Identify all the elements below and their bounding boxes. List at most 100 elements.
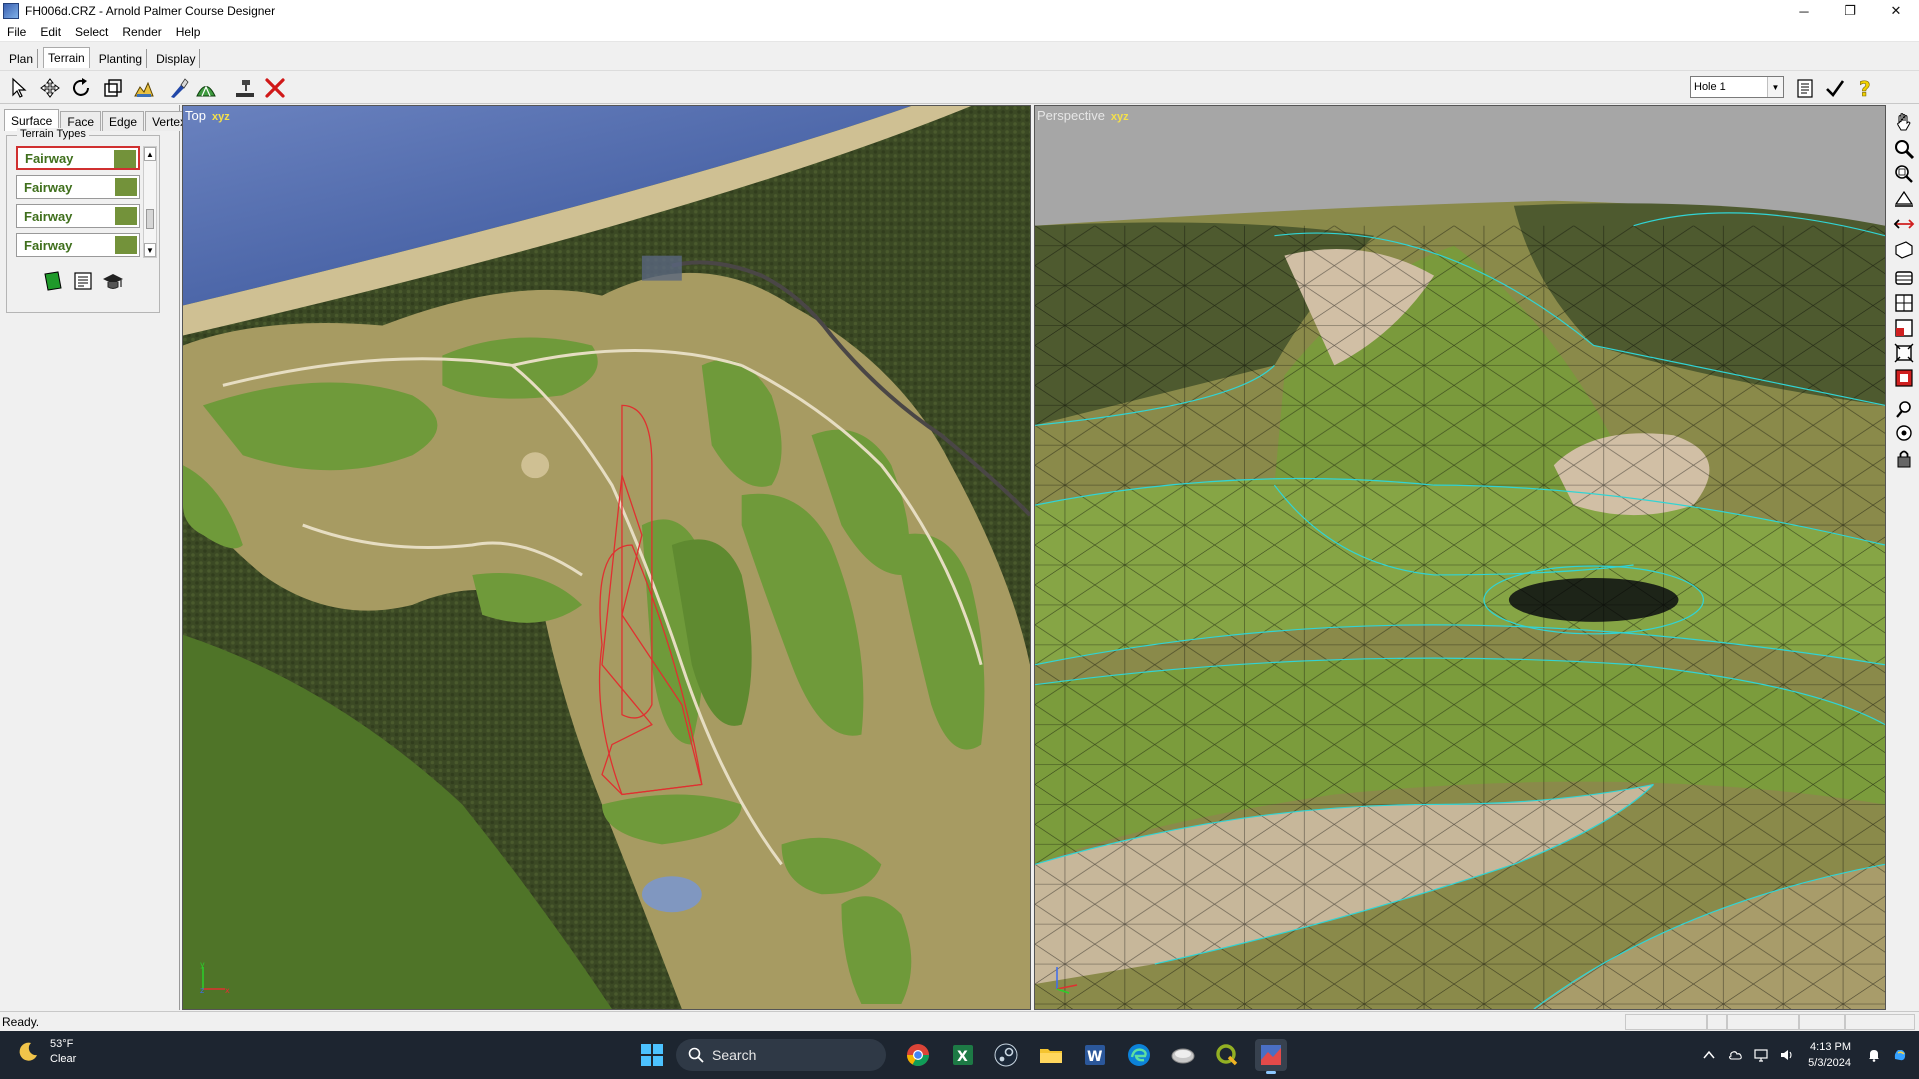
close-button[interactable]: ✕ bbox=[1873, 0, 1919, 22]
zoom-extents-icon[interactable] bbox=[1891, 340, 1916, 365]
svg-text:W: W bbox=[1087, 1049, 1102, 1065]
start-button[interactable] bbox=[636, 1039, 668, 1071]
scroll-down-icon[interactable]: ▼ bbox=[144, 243, 156, 257]
steam-icon[interactable] bbox=[990, 1039, 1022, 1071]
flatten-icon[interactable] bbox=[232, 75, 258, 101]
menu-bar: File Edit Select Render Help bbox=[0, 22, 1919, 42]
svg-text:z: z bbox=[200, 986, 204, 995]
lock-icon[interactable] bbox=[1891, 445, 1916, 470]
move-icon[interactable] bbox=[37, 75, 63, 101]
chevron-up-icon[interactable] bbox=[1698, 1044, 1720, 1066]
top-view-map bbox=[183, 106, 1030, 1009]
status-pane bbox=[1845, 1014, 1915, 1030]
paint-brush-icon[interactable] bbox=[165, 75, 191, 101]
volume-icon[interactable] bbox=[1776, 1044, 1798, 1066]
system-tray: 4:13 PM 5/3/2024 bbox=[1696, 1031, 1919, 1079]
weather-widget[interactable]: 53°F Clear bbox=[16, 1037, 76, 1067]
inspect-icon[interactable] bbox=[1891, 395, 1916, 420]
terrain-scrollbar[interactable]: ▲ ▼ bbox=[143, 146, 157, 258]
help-icon[interactable]: ? bbox=[1852, 75, 1878, 101]
terrain-type-label: Fairway bbox=[24, 179, 73, 195]
notification-bell-icon[interactable] bbox=[1863, 1044, 1885, 1066]
terrain-type-item[interactable]: Fairway bbox=[16, 146, 140, 170]
zoom-window-icon[interactable] bbox=[1891, 161, 1916, 186]
checkmark-icon[interactable] bbox=[1822, 75, 1848, 101]
tab-edge[interactable]: Edge bbox=[102, 111, 145, 131]
chrome-icon[interactable] bbox=[902, 1039, 934, 1071]
mode-tabs: Plan Terrain Planting Display bbox=[0, 46, 201, 68]
copilot-icon[interactable] bbox=[1889, 1044, 1911, 1066]
mound-icon[interactable] bbox=[193, 75, 219, 101]
terrain-swatch bbox=[114, 150, 136, 168]
terrain-type-item[interactable]: Fairway bbox=[16, 204, 140, 228]
app-disc-icon[interactable] bbox=[1167, 1039, 1199, 1071]
terrain-type-item[interactable]: Fairway bbox=[16, 175, 140, 199]
svg-text:X: X bbox=[957, 1049, 968, 1065]
minimize-button[interactable]: ─ bbox=[1781, 0, 1827, 22]
menu-edit[interactable]: Edit bbox=[33, 25, 68, 39]
window-title: FH006d.CRZ - Arnold Palmer Course Design… bbox=[25, 4, 276, 18]
course-designer-taskbar-icon[interactable] bbox=[1255, 1039, 1287, 1074]
excel-icon[interactable]: X bbox=[947, 1039, 979, 1071]
pan-hand-icon[interactable] bbox=[1891, 109, 1916, 134]
target-icon[interactable] bbox=[1891, 420, 1916, 445]
scroll-thumb[interactable] bbox=[146, 209, 154, 229]
dolly-icon[interactable] bbox=[1891, 211, 1916, 236]
clock[interactable]: 4:13 PM 5/3/2024 bbox=[1808, 1039, 1851, 1071]
tab-planting[interactable]: Planting bbox=[95, 49, 148, 68]
status-pane bbox=[1625, 1014, 1707, 1030]
tab-terrain[interactable]: Terrain bbox=[43, 47, 90, 68]
toolbar: Hole 1 ▼ ? bbox=[0, 70, 1919, 104]
maximize-button[interactable]: ❐ bbox=[1827, 0, 1873, 22]
view-front-icon[interactable] bbox=[1891, 265, 1916, 290]
top-viewport[interactable]: Top xyz y x z bbox=[182, 105, 1031, 1010]
status-save-icon bbox=[1707, 1014, 1727, 1030]
menu-help[interactable]: Help bbox=[169, 25, 208, 39]
axis-gizmo-icon: y x z bbox=[200, 961, 230, 995]
terrain-type-label: Fairway bbox=[25, 150, 74, 166]
hole-select[interactable]: Hole 1 ▼ bbox=[1690, 76, 1784, 98]
terrain-type-label: Fairway bbox=[24, 237, 73, 253]
terrain-properties-icon[interactable] bbox=[70, 268, 96, 294]
notes-icon[interactable] bbox=[1792, 75, 1818, 101]
clock-time: 4:13 PM bbox=[1810, 1041, 1851, 1053]
scroll-up-icon[interactable]: ▲ bbox=[144, 147, 156, 161]
scale-icon[interactable] bbox=[100, 75, 126, 101]
view-layout-icon[interactable] bbox=[1891, 315, 1916, 340]
terrain-type-item[interactable]: Fairway bbox=[16, 233, 140, 257]
rotate-icon[interactable] bbox=[68, 75, 94, 101]
search-icon bbox=[688, 1047, 704, 1063]
select-arrow-icon[interactable] bbox=[6, 75, 32, 101]
qgis-icon[interactable] bbox=[1211, 1039, 1243, 1071]
chevron-down-icon[interactable]: ▼ bbox=[1767, 77, 1783, 97]
terrain-tool-icon[interactable] bbox=[131, 75, 157, 101]
zoom-selected-icon[interactable] bbox=[1891, 365, 1916, 390]
menu-render[interactable]: Render bbox=[115, 25, 168, 39]
perspective-viewport[interactable]: Perspective xyz bbox=[1034, 105, 1886, 1010]
zoom-icon[interactable] bbox=[1891, 136, 1916, 161]
menu-select[interactable]: Select bbox=[68, 25, 115, 39]
svg-text:y: y bbox=[200, 961, 205, 969]
view-toolbar bbox=[1888, 105, 1919, 1010]
view-axes-label: xyz bbox=[1110, 111, 1129, 123]
clock-date: 5/3/2024 bbox=[1808, 1057, 1851, 1069]
app-icon bbox=[3, 3, 19, 19]
orbit-icon[interactable] bbox=[1891, 186, 1916, 211]
edge-icon[interactable] bbox=[1123, 1039, 1155, 1071]
graduation-cap-icon[interactable] bbox=[100, 268, 126, 294]
camera-tilt-icon[interactable] bbox=[1891, 236, 1916, 261]
menu-file[interactable]: File bbox=[0, 25, 33, 39]
terrain-types-legend: Terrain Types bbox=[17, 128, 89, 140]
cloud-icon[interactable] bbox=[1724, 1044, 1746, 1066]
network-icon[interactable] bbox=[1750, 1044, 1772, 1066]
file-explorer-icon[interactable] bbox=[1035, 1039, 1067, 1071]
status-pane bbox=[1727, 1014, 1799, 1030]
new-terrain-icon[interactable] bbox=[40, 268, 66, 294]
view-split-icon[interactable] bbox=[1891, 290, 1916, 315]
word-icon[interactable]: W bbox=[1079, 1039, 1111, 1071]
windows-logo-icon bbox=[641, 1044, 663, 1066]
tab-display[interactable]: Display bbox=[152, 49, 201, 68]
delete-icon[interactable] bbox=[262, 75, 288, 101]
taskbar-search[interactable]: Search bbox=[676, 1039, 886, 1071]
tab-plan[interactable]: Plan bbox=[5, 49, 39, 68]
